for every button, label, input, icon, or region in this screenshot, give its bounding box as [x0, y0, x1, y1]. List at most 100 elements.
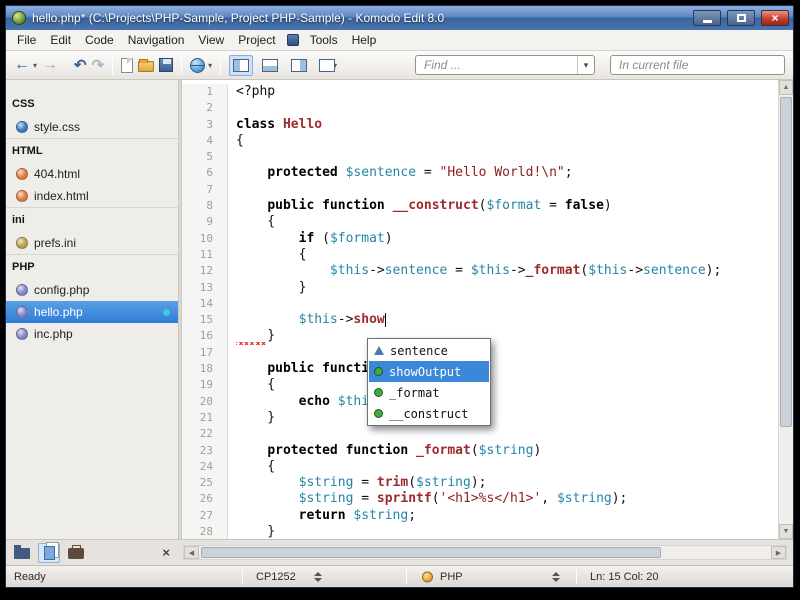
toggle-bottom-pane-button[interactable]	[258, 55, 282, 76]
vertical-scrollbar-thumb[interactable]	[780, 97, 792, 427]
file-item[interactable]: inc.php	[6, 323, 178, 345]
close-pane-icon[interactable]: ×	[162, 546, 170, 559]
editor-line[interactable]: 27 return $string;	[182, 508, 793, 524]
editor-line[interactable]: 6 protected $sentence = "Hello World!\n"…	[182, 165, 793, 181]
toolbox-pane-icon[interactable]	[68, 548, 84, 559]
line-number[interactable]: 9	[182, 214, 228, 230]
editor-line[interactable]: 15 $this->show	[182, 312, 793, 328]
file-item[interactable]: hello.php	[6, 301, 178, 323]
completion-item[interactable]: _format	[369, 382, 489, 403]
line-number[interactable]: 27	[182, 508, 228, 524]
toggle-right-pane-button[interactable]	[287, 55, 311, 76]
editor-line[interactable]: 14	[182, 296, 793, 312]
save-icon[interactable]	[159, 58, 173, 72]
file-item[interactable]: prefs.ini	[6, 232, 178, 254]
line-number[interactable]: 20	[182, 394, 228, 410]
line-number[interactable]: 11	[182, 247, 228, 263]
forward-icon[interactable]: →	[42, 57, 58, 73]
title-bar[interactable]: hello.php* (C:\Projects\PHP-Sample, Proj…	[6, 6, 793, 30]
line-number[interactable]: 25	[182, 475, 228, 491]
language-label[interactable]: PHP	[440, 571, 463, 583]
menu-item-navigation[interactable]: Navigation	[121, 31, 192, 49]
editor-line[interactable]: 24 {	[182, 459, 793, 475]
line-number[interactable]: 23	[182, 443, 228, 459]
line-number[interactable]: 10	[182, 231, 228, 247]
horizontal-scrollbar-thumb[interactable]	[201, 547, 661, 558]
completion-item[interactable]: showOutput	[369, 361, 489, 382]
editor-line[interactable]: 22	[182, 426, 793, 442]
horizontal-scrollbar[interactable]: ◀ ▶	[183, 545, 787, 560]
find-scope-input[interactable]: In current file	[610, 55, 785, 75]
line-number[interactable]: 21	[182, 410, 228, 426]
editor-line[interactable]: 25 $string = trim($string);	[182, 475, 793, 491]
redo-icon[interactable]: ↷	[92, 58, 105, 73]
line-number[interactable]: 1	[182, 84, 228, 100]
editor-line[interactable]: 8 public function __construct($format = …	[182, 198, 793, 214]
find-dropdown-icon[interactable]: ▾	[577, 56, 594, 74]
menu-item-help[interactable]: Help	[345, 31, 384, 49]
line-number[interactable]: 24	[182, 459, 228, 475]
places-pane-icon[interactable]	[14, 548, 30, 559]
editor-line[interactable]: 9 {	[182, 214, 793, 230]
line-number[interactable]: 5	[182, 149, 228, 165]
maximize-button[interactable]	[727, 10, 755, 26]
minimize-button[interactable]	[693, 10, 721, 26]
line-number[interactable]: 13	[182, 280, 228, 296]
panes-layout-button[interactable]: ▾	[316, 55, 340, 76]
line-number[interactable]: 18	[182, 361, 228, 377]
completion-item[interactable]: __construct	[369, 403, 489, 424]
line-number[interactable]: 16	[182, 328, 228, 344]
menu-item-edit[interactable]: Edit	[43, 31, 78, 49]
preview-browser-icon[interactable]	[190, 58, 205, 73]
toolbox-menu-icon[interactable]	[287, 34, 299, 46]
completion-item[interactable]: sentence	[369, 340, 489, 361]
encoding-spinner[interactable]	[314, 572, 322, 582]
find-combobox[interactable]: Find ... ▾	[415, 55, 595, 75]
open-file-icon[interactable]	[138, 61, 154, 72]
line-number[interactable]: 4	[182, 133, 228, 149]
editor-pane[interactable]: 1<?php23class Hello4{56 protected $sente…	[182, 80, 793, 539]
file-item[interactable]: style.css	[6, 116, 178, 138]
line-number[interactable]: 28	[182, 524, 228, 539]
editor-line[interactable]: 2	[182, 100, 793, 116]
line-number[interactable]: 7	[182, 182, 228, 198]
editor-line[interactable]: 3class Hello	[182, 117, 793, 133]
editor-line[interactable]: 10 if ($format)	[182, 231, 793, 247]
line-number[interactable]: 15	[182, 312, 228, 328]
editor-line[interactable]: 26 $string = sprintf('<h1>%s</h1>', $str…	[182, 491, 793, 507]
line-number[interactable]: 6	[182, 165, 228, 181]
file-item[interactable]: 404.html	[6, 163, 178, 185]
preview-dropdown-icon[interactable]: ▾	[208, 61, 212, 70]
line-number[interactable]: 14	[182, 296, 228, 312]
editor-line[interactable]: 1<?php	[182, 84, 793, 100]
editor-line[interactable]: 11 {	[182, 247, 793, 263]
back-dropdown-icon[interactable]: ▾	[33, 61, 37, 70]
editor-line[interactable]: 23 protected function _format($string)	[182, 443, 793, 459]
editor-line[interactable]: 5	[182, 149, 793, 165]
language-spinner[interactable]	[552, 572, 560, 582]
editor-line[interactable]: 12 $this->sentence = $this->_format($thi…	[182, 263, 793, 279]
line-number[interactable]: 26	[182, 491, 228, 507]
editor-line[interactable]: 13 }	[182, 280, 793, 296]
editor-line[interactable]: 7	[182, 182, 793, 198]
toggle-left-pane-button[interactable]	[229, 55, 253, 76]
open-files-pane-icon[interactable]	[38, 543, 60, 563]
editor-line[interactable]: 4{	[182, 133, 793, 149]
line-number[interactable]: 2	[182, 100, 228, 116]
line-number[interactable]: 22	[182, 426, 228, 442]
editor-line[interactable]: 28 }	[182, 524, 793, 539]
menu-item-project[interactable]: Project	[231, 31, 282, 49]
scroll-down-icon[interactable]: ▼	[779, 524, 793, 539]
encoding-label[interactable]: CP1252	[256, 571, 296, 583]
file-item[interactable]: index.html	[6, 185, 178, 207]
new-file-icon[interactable]	[121, 58, 133, 73]
menu-item-tools[interactable]: Tools	[303, 31, 345, 49]
scroll-right-icon[interactable]: ▶	[771, 546, 786, 559]
close-button[interactable]: ×	[761, 10, 789, 26]
line-number[interactable]: 17	[182, 345, 228, 361]
undo-icon[interactable]: ↶	[74, 58, 87, 73]
back-icon[interactable]: ←	[14, 57, 30, 73]
line-number[interactable]: 19	[182, 377, 228, 393]
menu-item-view[interactable]: View	[191, 31, 231, 49]
line-number[interactable]: 12	[182, 263, 228, 279]
